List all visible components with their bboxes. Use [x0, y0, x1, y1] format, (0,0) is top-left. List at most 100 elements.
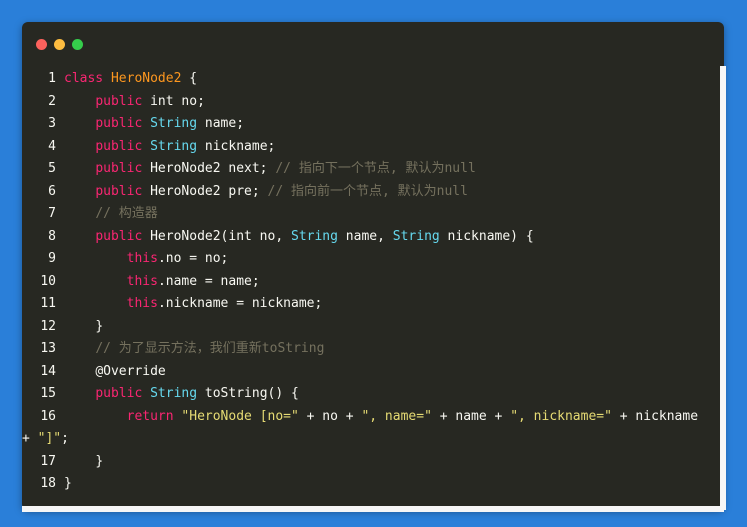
code-line: 5 public HeroNode2 next; // 指向下一个节点, 默认为… [22, 158, 712, 181]
line-number: 14 [40, 363, 56, 379]
keyword-token: public [95, 183, 143, 199]
code-text: public HeroNode2(int no, String name, St… [64, 226, 712, 249]
keyword-token: public [95, 116, 143, 131]
plain-token: .no = no; [157, 251, 229, 266]
comment-token: // 指向前一个节点, 默认为null [267, 183, 468, 199]
line-number: 2 [48, 93, 56, 109]
code-line: 14 @Override [22, 361, 712, 384]
string-token: "]" [37, 431, 62, 446]
code-line: 11 this.nickname = nickname; [22, 293, 712, 316]
code-text: public HeroNode2 pre; // 指向前一个节点, 默认为nul… [64, 181, 712, 204]
plain-token: .name = name; [157, 273, 260, 289]
keyword-token: public [95, 161, 143, 176]
annotation-token: @Override [95, 363, 166, 379]
code-line: 16 return "HeroNode [no=" + no + ", name… [22, 406, 712, 451]
keyword-token: class [64, 71, 104, 86]
line-number: 1 [48, 71, 56, 86]
code-text: public String nickname; [64, 136, 712, 159]
comment-token: // 构造器 [95, 206, 158, 221]
window-controls [36, 39, 83, 50]
code-text: this.name = name; [64, 271, 712, 294]
keyword-token: public [95, 93, 143, 109]
minimize-dot-icon[interactable] [54, 39, 65, 50]
plain-token: name, [337, 228, 393, 244]
keyword-token: public [95, 138, 143, 154]
plain-token: nickname) { [439, 228, 534, 244]
code-line: 17 } [22, 451, 712, 474]
line-number: 11 [40, 296, 56, 311]
plain-token: + name + [431, 408, 511, 424]
plain-token: toString() { [197, 386, 299, 401]
line-number: 18 [40, 476, 56, 491]
code-line: 2 public int no; [22, 91, 712, 114]
keyword-token: return [126, 408, 174, 424]
plain-token: nickname; [197, 138, 276, 154]
comment-token: // 为了显示方法，我们重新toString [95, 341, 325, 356]
plain-token: int no; [142, 93, 205, 109]
code-text: @Override [64, 361, 712, 384]
window-edge-highlight [720, 66, 726, 510]
keyword-token: this [126, 251, 158, 266]
code-line: 9 this.no = no; [22, 248, 712, 271]
code-text: // 为了显示方法，我们重新toString [64, 338, 712, 361]
plain-token: } [64, 476, 72, 491]
code-line: 1 class HeroNode2 { [22, 68, 712, 91]
plain-token: { [181, 71, 198, 86]
close-dot-icon[interactable] [36, 39, 47, 50]
comment-token: // 指向下一个节点, 默认为null [275, 161, 476, 176]
line-number: 12 [40, 318, 56, 334]
code-block: 1 class HeroNode2 { 2 public int no; 3 p… [22, 68, 712, 496]
code-text: public HeroNode2 next; // 指向下一个节点, 默认为nu… [64, 158, 712, 181]
class-name-token: HeroNode2 [110, 71, 182, 86]
line-number: 4 [48, 138, 56, 154]
code-window: 1 class HeroNode2 { 2 public int no; 3 p… [22, 22, 724, 510]
code-line: 6 public HeroNode2 pre; // 指向前一个节点, 默认为n… [22, 181, 712, 204]
line-number: 6 [48, 183, 56, 199]
line-number: 8 [48, 228, 56, 244]
code-text: } [64, 316, 712, 339]
code-text: } [64, 451, 712, 474]
code-line: 10 this.name = name; [22, 271, 712, 294]
string-token: "HeroNode [no=" [181, 408, 299, 424]
code-text: return "HeroNode [no=" + no + ", name=" … [22, 406, 712, 451]
window-edge-highlight [22, 506, 724, 512]
plain-token: .nickname = nickname; [157, 296, 323, 311]
code-text: this.no = no; [64, 248, 712, 271]
code-line: 4 public String nickname; [22, 136, 712, 159]
line-number: 13 [40, 341, 56, 356]
code-line: 13 // 为了显示方法，我们重新toString [22, 338, 712, 361]
line-number: 7 [48, 206, 56, 221]
code-text: public String name; [64, 113, 712, 136]
code-line: 18 } [22, 473, 712, 496]
plain-token: HeroNode2 next; [142, 161, 276, 176]
type-token: String [392, 228, 440, 244]
code-text: } [64, 473, 712, 496]
maximize-dot-icon[interactable] [72, 39, 83, 50]
code-text: public String toString() { [64, 383, 712, 406]
plain-token: HeroNode2 pre; [142, 183, 268, 199]
keyword-token: this [126, 273, 158, 289]
plain-token: HeroNode2(int no, [142, 228, 291, 244]
line-number: 5 [48, 161, 56, 176]
plain-token: ; [61, 431, 69, 446]
string-token: ", name=" [361, 408, 432, 424]
type-token: String [150, 116, 198, 131]
plain-token: name; [197, 116, 245, 131]
code-line: 3 public String name; [22, 113, 712, 136]
type-token: String [291, 228, 338, 244]
keyword-token: public [95, 228, 143, 244]
